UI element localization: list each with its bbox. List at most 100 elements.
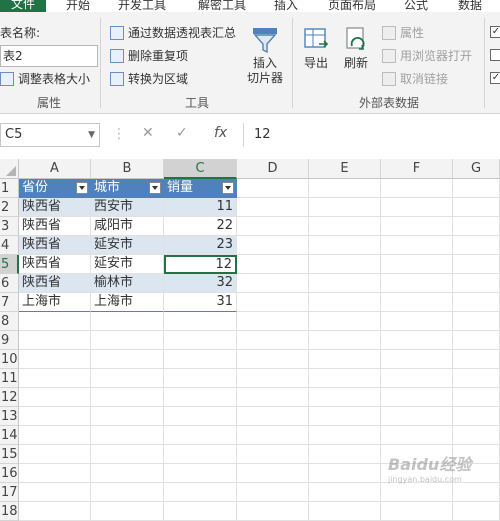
grid-cell[interactable] bbox=[381, 274, 453, 293]
grid-cell[interactable] bbox=[19, 483, 91, 502]
grid-cell[interactable] bbox=[453, 255, 500, 274]
grid-cell[interactable] bbox=[237, 350, 309, 369]
grid-cell[interactable] bbox=[164, 312, 237, 331]
grid-cell[interactable] bbox=[309, 350, 381, 369]
convert-to-range-button[interactable]: 转换为区域 bbox=[110, 70, 188, 87]
grid-cell[interactable] bbox=[309, 483, 381, 502]
row-header[interactable]: 14 bbox=[0, 426, 19, 445]
grid-cell[interactable] bbox=[381, 369, 453, 388]
grid-cell[interactable] bbox=[309, 426, 381, 445]
tab-file[interactable]: 文件 bbox=[0, 0, 46, 12]
grid-cell[interactable] bbox=[381, 388, 453, 407]
chevron-down-icon[interactable]: ▼ bbox=[88, 124, 95, 146]
filter-dropdown-icon[interactable] bbox=[76, 182, 88, 194]
row-header[interactable]: 3 bbox=[0, 217, 19, 236]
enter-icon[interactable]: ✓ bbox=[176, 125, 188, 141]
grid-cell[interactable] bbox=[453, 350, 500, 369]
filter-dropdown-icon[interactable] bbox=[222, 182, 234, 194]
table-header-province[interactable]: 省份 bbox=[19, 179, 91, 198]
grid-cell[interactable] bbox=[164, 464, 237, 483]
grid-cell[interactable] bbox=[381, 407, 453, 426]
table-cell[interactable]: 22 bbox=[164, 217, 237, 236]
grid-cell[interactable] bbox=[381, 179, 453, 198]
grid-cell[interactable] bbox=[309, 331, 381, 350]
grid-cell[interactable] bbox=[309, 198, 381, 217]
table-header-sales[interactable]: 销量 bbox=[164, 179, 237, 198]
column-header-f[interactable]: F bbox=[381, 159, 453, 179]
table-cell[interactable]: 西安市 bbox=[91, 198, 164, 217]
grid-cell[interactable] bbox=[453, 312, 500, 331]
table-cell[interactable]: 上海市 bbox=[19, 293, 91, 312]
tab-home[interactable]: 开始 bbox=[66, 0, 90, 12]
grid-cell[interactable] bbox=[309, 369, 381, 388]
table-cell[interactable]: 陕西省 bbox=[19, 198, 91, 217]
insert-slicer-button[interactable]: 插入 切片器 bbox=[244, 26, 286, 86]
grid-cell[interactable] bbox=[453, 483, 500, 502]
grid-cell[interactable] bbox=[453, 502, 500, 521]
grid-cell[interactable] bbox=[91, 369, 164, 388]
grid-cell[interactable] bbox=[453, 236, 500, 255]
grid-cell[interactable] bbox=[453, 198, 500, 217]
grid-cell[interactable] bbox=[91, 464, 164, 483]
table-cell[interactable]: 陕西省 bbox=[19, 236, 91, 255]
grid-cell[interactable] bbox=[237, 236, 309, 255]
grid-cell[interactable] bbox=[309, 388, 381, 407]
grid-cell[interactable] bbox=[91, 331, 164, 350]
row-header[interactable]: 18 bbox=[0, 502, 19, 521]
grid-cell[interactable] bbox=[453, 274, 500, 293]
grid-cell[interactable] bbox=[453, 426, 500, 445]
formula-input[interactable]: 12 bbox=[243, 123, 500, 147]
grid-cell[interactable] bbox=[309, 255, 381, 274]
table-header-city[interactable]: 城市 bbox=[91, 179, 164, 198]
grid-cell[interactable] bbox=[91, 407, 164, 426]
grid-cell[interactable] bbox=[309, 312, 381, 331]
active-cell[interactable]: 12 bbox=[164, 255, 237, 274]
grid-cell[interactable] bbox=[453, 369, 500, 388]
grid-cell[interactable] bbox=[309, 502, 381, 521]
grid-cell[interactable] bbox=[19, 502, 91, 521]
export-button[interactable]: 导出 bbox=[298, 26, 334, 71]
grid-cell[interactable] bbox=[237, 179, 309, 198]
tab-decrypt[interactable]: 解密工具 bbox=[198, 0, 246, 12]
grid-cell[interactable] bbox=[164, 483, 237, 502]
filter-dropdown-icon[interactable] bbox=[149, 182, 161, 194]
grid-cell[interactable] bbox=[91, 350, 164, 369]
grid-cell[interactable] bbox=[309, 293, 381, 312]
pivot-summary-button[interactable]: 通过数据透视表汇总 bbox=[110, 24, 236, 41]
open-in-browser-button[interactable]: 用浏览器打开 bbox=[382, 47, 472, 64]
grid-cell[interactable] bbox=[237, 407, 309, 426]
grid-cell[interactable] bbox=[237, 331, 309, 350]
grid-cell[interactable] bbox=[237, 464, 309, 483]
column-header-d[interactable]: D bbox=[237, 159, 309, 179]
grid-cell[interactable] bbox=[91, 426, 164, 445]
grid-cell[interactable] bbox=[309, 236, 381, 255]
grid-cell[interactable] bbox=[309, 407, 381, 426]
grid-cell[interactable] bbox=[381, 502, 453, 521]
tab-page-layout[interactable]: 页面布局 bbox=[328, 0, 376, 12]
row-header[interactable]: 2 bbox=[0, 198, 19, 217]
grid-cell[interactable] bbox=[19, 312, 91, 331]
grid-cell[interactable] bbox=[381, 312, 453, 331]
resize-table-button[interactable]: 调整表格大小 bbox=[0, 70, 90, 87]
grid-cell[interactable] bbox=[237, 445, 309, 464]
grid-cell[interactable] bbox=[381, 426, 453, 445]
grid-cell[interactable] bbox=[237, 293, 309, 312]
tab-insert[interactable]: 插入 bbox=[274, 0, 298, 12]
cancel-icon[interactable]: ✕ bbox=[142, 125, 154, 141]
grid-cell[interactable] bbox=[309, 179, 381, 198]
insert-function-icon[interactable]: fx bbox=[214, 125, 227, 141]
grid-cell[interactable] bbox=[237, 388, 309, 407]
grid-cell[interactable] bbox=[164, 388, 237, 407]
grid-cell[interactable] bbox=[237, 502, 309, 521]
grid-cell[interactable] bbox=[237, 274, 309, 293]
grid-cell[interactable] bbox=[164, 502, 237, 521]
row-header[interactable]: 4 bbox=[0, 236, 19, 255]
grid-cell[interactable] bbox=[19, 331, 91, 350]
grid-cell[interactable] bbox=[19, 369, 91, 388]
row-header[interactable]: 17 bbox=[0, 483, 19, 502]
grid-cell[interactable] bbox=[381, 198, 453, 217]
grid-cell[interactable] bbox=[309, 445, 381, 464]
grid-cell[interactable] bbox=[237, 426, 309, 445]
table-cell[interactable]: 咸阳市 bbox=[91, 217, 164, 236]
grid-cell[interactable] bbox=[309, 464, 381, 483]
